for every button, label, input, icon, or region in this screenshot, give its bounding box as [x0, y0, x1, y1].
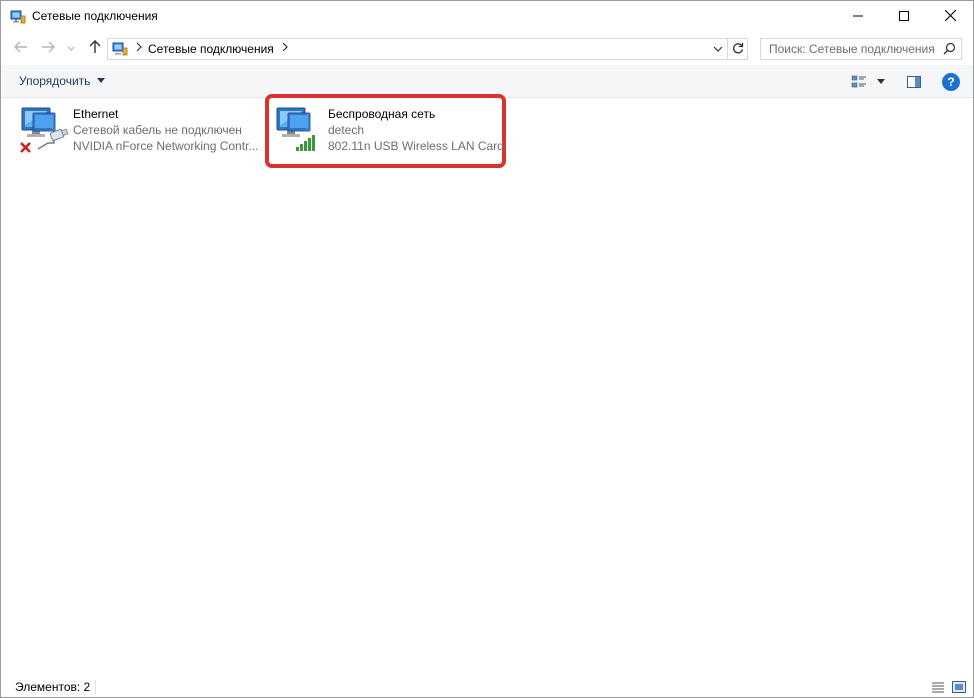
breadcrumb-item[interactable]: Сетевые подключения: [148, 42, 274, 56]
details-view-icon[interactable]: [930, 679, 946, 695]
connection-item-ethernet[interactable]: Ethernet Сетевой кабель не подключен NVI…: [14, 101, 264, 167]
connection-adapter: NVIDIA nForce Networking Contr...: [73, 139, 258, 153]
preview-pane-icon[interactable]: [906, 74, 922, 90]
search-box[interactable]: Поиск: Сетевые подключения: [760, 38, 962, 60]
connection-adapter: 802.11n USB Wireless LAN Card: [328, 139, 504, 153]
close-icon: [944, 9, 956, 24]
arrow-up-icon: [89, 39, 101, 57]
forward-button[interactable]: [38, 38, 58, 58]
connection-status: detech: [328, 123, 365, 137]
maximize-button[interactable]: [881, 1, 927, 32]
connection-name: Ethernet: [73, 107, 119, 121]
ethernet-adapter-icon: [18, 105, 70, 153]
organize-button[interactable]: Упорядочить: [19, 74, 90, 88]
wireless-adapter-icon: [273, 105, 325, 153]
back-button[interactable]: [11, 38, 31, 58]
network-cable-icon: [37, 128, 69, 150]
large-icons-view-icon[interactable]: [951, 679, 967, 695]
title-bar[interactable]: Сетевые подключения: [1, 1, 973, 32]
address-dropdown-button[interactable]: [711, 42, 725, 56]
minimize-icon: [853, 10, 863, 24]
network-connections-icon: [10, 9, 26, 25]
chevron-down-icon[interactable]: [97, 78, 105, 83]
up-button[interactable]: [85, 38, 105, 58]
refresh-button[interactable]: [728, 38, 748, 60]
minimize-button[interactable]: [835, 1, 881, 32]
red-x-icon: [20, 142, 31, 153]
address-bar[interactable]: Сетевые подключения: [107, 38, 728, 60]
refresh-icon: [732, 42, 744, 57]
status-divider: [95, 680, 96, 694]
signal-bars-icon: [296, 135, 315, 151]
breadcrumb-chevron-icon[interactable]: [135, 41, 143, 56]
arrow-left-icon: [14, 41, 28, 56]
network-connections-icon: [112, 41, 128, 57]
connection-item-wireless[interactable]: Беспроводная сеть detech 802.11n USB Wir…: [269, 101, 505, 167]
close-button[interactable]: [927, 1, 973, 32]
search-input[interactable]: Поиск: Сетевые подключения: [769, 42, 935, 56]
maximize-icon: [899, 10, 909, 24]
arrow-right-icon: [41, 41, 55, 56]
search-icon[interactable]: [943, 42, 957, 56]
items-count: Элементов: 2: [15, 680, 91, 694]
chevron-down-icon: [67, 41, 75, 55]
breadcrumb-chevron-icon[interactable]: [281, 41, 289, 56]
help-button[interactable]: ?: [942, 73, 960, 91]
connection-name: Беспроводная сеть: [328, 107, 436, 121]
view-options-chevron-icon[interactable]: [877, 79, 885, 84]
window-title: Сетевые подключения: [32, 9, 158, 23]
explorer-window: Сетевые подключения Сетевые подключения …: [0, 0, 974, 698]
change-view-icon[interactable]: [851, 74, 867, 90]
connection-status: Сетевой кабель не подключен: [73, 123, 242, 137]
status-bar: Элементов: 2: [1, 677, 973, 697]
recent-locations-button[interactable]: [64, 38, 78, 58]
